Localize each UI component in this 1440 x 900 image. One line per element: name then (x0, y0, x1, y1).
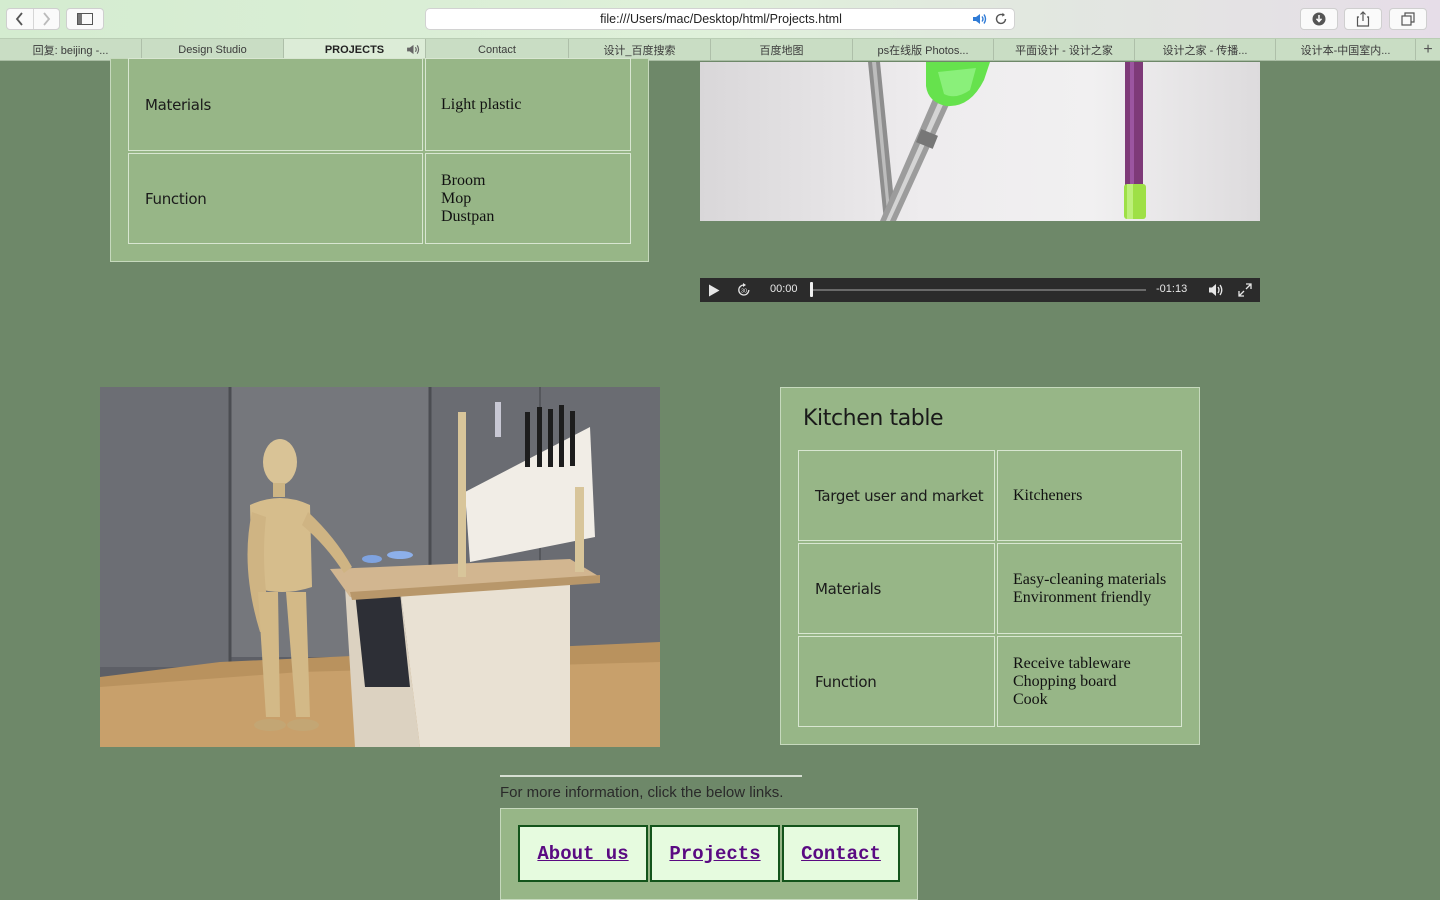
table-label-text: Function (815, 672, 877, 691)
tab-baidu-map[interactable]: 百度地图 (711, 39, 853, 61)
tab-design-home[interactable]: 设计之家 - 传播... (1135, 39, 1276, 61)
tab-label: ps在线版 Photos... (877, 45, 969, 57)
tab-audio-icon[interactable] (406, 44, 421, 55)
reload-icon[interactable] (994, 12, 1008, 26)
tab-label: Design Studio (178, 44, 247, 56)
kitchen-table-title: Kitchen table (803, 406, 944, 431)
sidebar-toggle-button[interactable] (66, 8, 104, 30)
video-still-image (868, 62, 1146, 221)
kitchen-function-value: Receive tableware Chopping board Cook (997, 636, 1182, 727)
kitchen-table-photo (100, 387, 660, 747)
table-label-text: Materials (815, 579, 882, 598)
share-icon (1356, 11, 1370, 27)
table-value-text: Cook (1013, 690, 1048, 708)
chevron-left-icon (15, 12, 23, 26)
video-remaining-time: -01:13 (1156, 283, 1188, 295)
svg-text:30: 30 (741, 289, 747, 295)
kitchen-materials-label: Materials (798, 543, 995, 634)
table-value-text: Broom (441, 171, 486, 189)
kitchen-materials-value: Easy-cleaning materials Environment frie… (997, 543, 1182, 634)
share-button[interactable] (1344, 8, 1382, 30)
table-label-text: Function (145, 189, 207, 208)
table-value-text: Easy-cleaning materials (1013, 570, 1167, 588)
table-value-text: Receive tableware (1013, 654, 1131, 672)
address-bar[interactable]: file:///Users/mac/Desktop/html/Projects.… (425, 8, 1015, 30)
table-value-text: Kitcheners (1013, 486, 1083, 504)
kitchen-target-value: Kitcheners (997, 450, 1182, 541)
video-current-time: 00:00 (770, 283, 798, 295)
video-playhead[interactable] (810, 282, 813, 297)
fullscreen-icon[interactable] (1238, 283, 1252, 297)
sidebar-icon (77, 13, 93, 25)
top-materials-value: Light plastic (425, 58, 631, 151)
tab-label: 平面设计 - 设计之家 (1015, 45, 1113, 57)
audio-playing-icon[interactable] (972, 13, 988, 25)
navigation-buttons (6, 8, 60, 30)
back-button[interactable] (7, 9, 33, 29)
table-value-text: Chopping board (1013, 672, 1117, 690)
tab-overview-button[interactable] (1389, 8, 1427, 30)
downloads-button[interactable] (1300, 8, 1338, 30)
chevron-right-icon (43, 12, 51, 26)
kitchen-function-label: Function (798, 636, 995, 727)
kitchen-target-label: Target user and market (798, 450, 995, 541)
tab-label: Contact (478, 44, 516, 56)
table-value-text: Environment friendly (1013, 588, 1152, 606)
play-icon[interactable] (708, 284, 720, 297)
video-progress-track[interactable] (811, 289, 1146, 291)
tab-graphic-design[interactable]: 平面设计 - 设计之家 (994, 39, 1135, 61)
contact-link[interactable]: Contact (782, 825, 900, 882)
tab-label: 回复: beijing -... (32, 45, 109, 57)
skip-back-30-icon[interactable]: 30 (736, 282, 752, 298)
tab-ps-online[interactable]: ps在线版 Photos... (853, 39, 994, 61)
address-url[interactable]: file:///Users/mac/Desktop/html/Projects.… (426, 12, 1016, 26)
footer-divider (500, 775, 802, 777)
table-label-text: Materials (145, 95, 212, 114)
forward-button[interactable] (32, 9, 59, 29)
plus-icon: + (1423, 41, 1433, 58)
table-value-text: Dustpan (441, 207, 495, 225)
tab-label: 百度地图 (759, 45, 804, 57)
download-icon (1312, 12, 1326, 26)
top-function-value: Broom Mop Dustpan (425, 153, 631, 244)
new-tab-button[interactable]: + (1416, 39, 1440, 61)
table-value-text: Light plastic (441, 95, 522, 113)
top-function-label: Function (128, 153, 423, 244)
table-value-text: Mop (441, 189, 472, 207)
projects-link[interactable]: Projects (650, 825, 780, 882)
footer-info-text: For more information, click the below li… (500, 784, 784, 801)
about-us-link[interactable]: About us (518, 825, 648, 882)
browser-toolbar: file:///Users/mac/Desktop/html/Projects.… (0, 0, 1440, 38)
tabs-icon (1401, 12, 1415, 26)
video-controls: 30 00:00 -01:13 (700, 278, 1260, 302)
tab-label: PROJECTS (324, 44, 385, 56)
kitchen-table-model-image (100, 387, 660, 747)
table-label-text: Target user and market (815, 486, 984, 505)
tab-label: 设计之家 - 传播... (1162, 45, 1248, 57)
tab-design-ben[interactable]: 设计本-中国室内... (1276, 39, 1416, 61)
video-frame[interactable] (700, 62, 1260, 221)
tab-label: 设计本-中国室内... (1300, 45, 1391, 57)
top-materials-label: Materials (128, 58, 423, 151)
tab-label: 设计_百度搜索 (603, 45, 676, 57)
volume-icon[interactable] (1208, 283, 1224, 297)
